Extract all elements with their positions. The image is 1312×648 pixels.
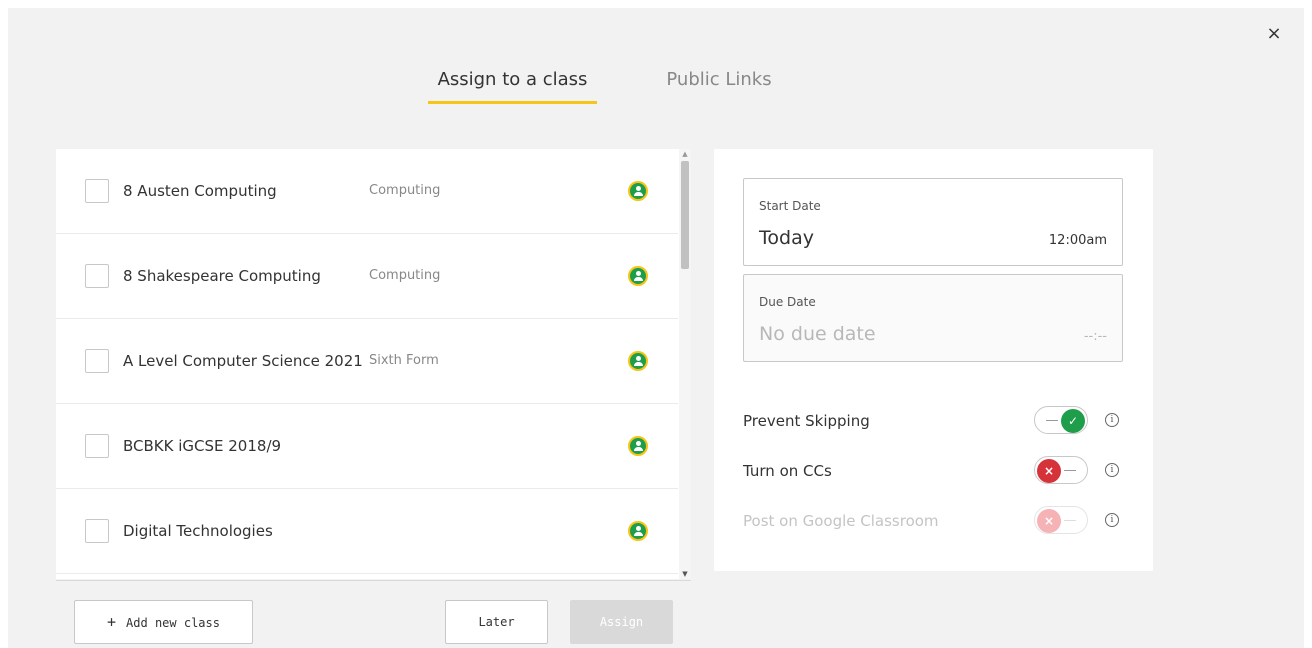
prevent-skipping-label: Prevent Skipping bbox=[743, 412, 870, 430]
check-icon: ✓ bbox=[1061, 409, 1085, 433]
class-subject: Computing bbox=[369, 268, 441, 283]
toggle-track-line bbox=[1064, 520, 1076, 521]
prevent-skipping-toggle[interactable]: ✓ bbox=[1034, 406, 1088, 434]
tab-assign-to-class[interactable]: Assign to a class bbox=[428, 66, 597, 104]
due-date-value: No due date bbox=[759, 323, 876, 345]
class-name: Digital Technologies bbox=[123, 522, 273, 540]
class-name: 8 Shakespeare Computing bbox=[123, 267, 321, 285]
close-icon[interactable]: × bbox=[1262, 22, 1286, 46]
info-icon[interactable]: i bbox=[1105, 413, 1119, 427]
class-row[interactable]: Digital Technologies bbox=[56, 489, 678, 574]
turn-on-ccs-label: Turn on CCs bbox=[743, 462, 832, 480]
due-date-label: Due Date bbox=[759, 295, 816, 309]
post-on-google-classroom-toggle: × bbox=[1034, 506, 1088, 534]
scroll-thumb[interactable] bbox=[681, 161, 689, 269]
class-name: 8 Austen Computing bbox=[123, 182, 277, 200]
class-checkbox[interactable] bbox=[85, 434, 109, 458]
class-subject: Computing bbox=[369, 183, 441, 198]
toggle-track-line bbox=[1064, 470, 1076, 471]
class-row[interactable]: BCBKK iGCSE 2018/9 bbox=[56, 404, 678, 489]
later-button[interactable]: Later bbox=[445, 600, 548, 644]
plus-icon: + bbox=[107, 613, 117, 631]
class-list: 8 Austen Computing Computing 8 Shakespea… bbox=[56, 149, 691, 579]
scroll-up-arrow-icon[interactable]: ▲ bbox=[679, 149, 691, 159]
turn-on-ccs-toggle[interactable]: × bbox=[1034, 456, 1088, 484]
toggle-track-line bbox=[1046, 420, 1058, 421]
due-time-value: --:-- bbox=[1083, 329, 1107, 344]
scroll-down-arrow-icon[interactable]: ▼ bbox=[679, 569, 691, 579]
class-checkbox[interactable] bbox=[85, 179, 109, 203]
start-date-label: Start Date bbox=[759, 199, 821, 213]
class-name: A Level Computer Science 2021 bbox=[123, 352, 363, 370]
google-classroom-icon bbox=[628, 521, 648, 541]
class-list-scrollbar[interactable]: ▲ ▼ bbox=[679, 149, 691, 579]
class-checkbox[interactable] bbox=[85, 264, 109, 288]
class-row[interactable]: A Level Computer Science 2021 Sixth Form bbox=[56, 319, 678, 404]
class-checkbox[interactable] bbox=[85, 519, 109, 543]
start-date-value: Today bbox=[759, 227, 814, 249]
cross-icon: × bbox=[1037, 509, 1061, 533]
google-classroom-icon bbox=[628, 181, 648, 201]
cross-icon: × bbox=[1037, 459, 1061, 483]
class-checkbox[interactable] bbox=[85, 349, 109, 373]
add-new-class-button[interactable]: + Add new class bbox=[74, 600, 253, 644]
add-new-class-label: Add new class bbox=[126, 616, 220, 630]
info-icon[interactable]: i bbox=[1105, 513, 1119, 527]
start-time-value: 12:00am bbox=[1048, 233, 1107, 248]
google-classroom-icon bbox=[628, 436, 648, 456]
class-subject: Sixth Form bbox=[369, 353, 439, 368]
class-row[interactable]: 8 Shakespeare Computing Computing bbox=[56, 234, 678, 319]
info-icon[interactable]: i bbox=[1105, 463, 1119, 477]
tab-bar: Assign to a class Public Links bbox=[0, 66, 1312, 106]
google-classroom-icon bbox=[628, 266, 648, 286]
post-on-google-classroom-label: Post on Google Classroom bbox=[743, 512, 939, 530]
class-row[interactable]: 8 Austen Computing Computing bbox=[56, 149, 678, 234]
tab-public-links[interactable]: Public Links bbox=[660, 66, 778, 104]
due-date-field[interactable]: Due Date No due date --:-- bbox=[743, 274, 1123, 362]
footer-divider bbox=[56, 580, 691, 581]
start-date-field[interactable]: Start Date Today 12:00am bbox=[743, 178, 1123, 266]
class-name: BCBKK iGCSE 2018/9 bbox=[123, 437, 282, 455]
google-classroom-icon bbox=[628, 351, 648, 371]
assign-button[interactable]: Assign bbox=[570, 600, 673, 644]
assignment-settings-panel: Start Date Today 12:00am Due Date No due… bbox=[714, 149, 1153, 571]
